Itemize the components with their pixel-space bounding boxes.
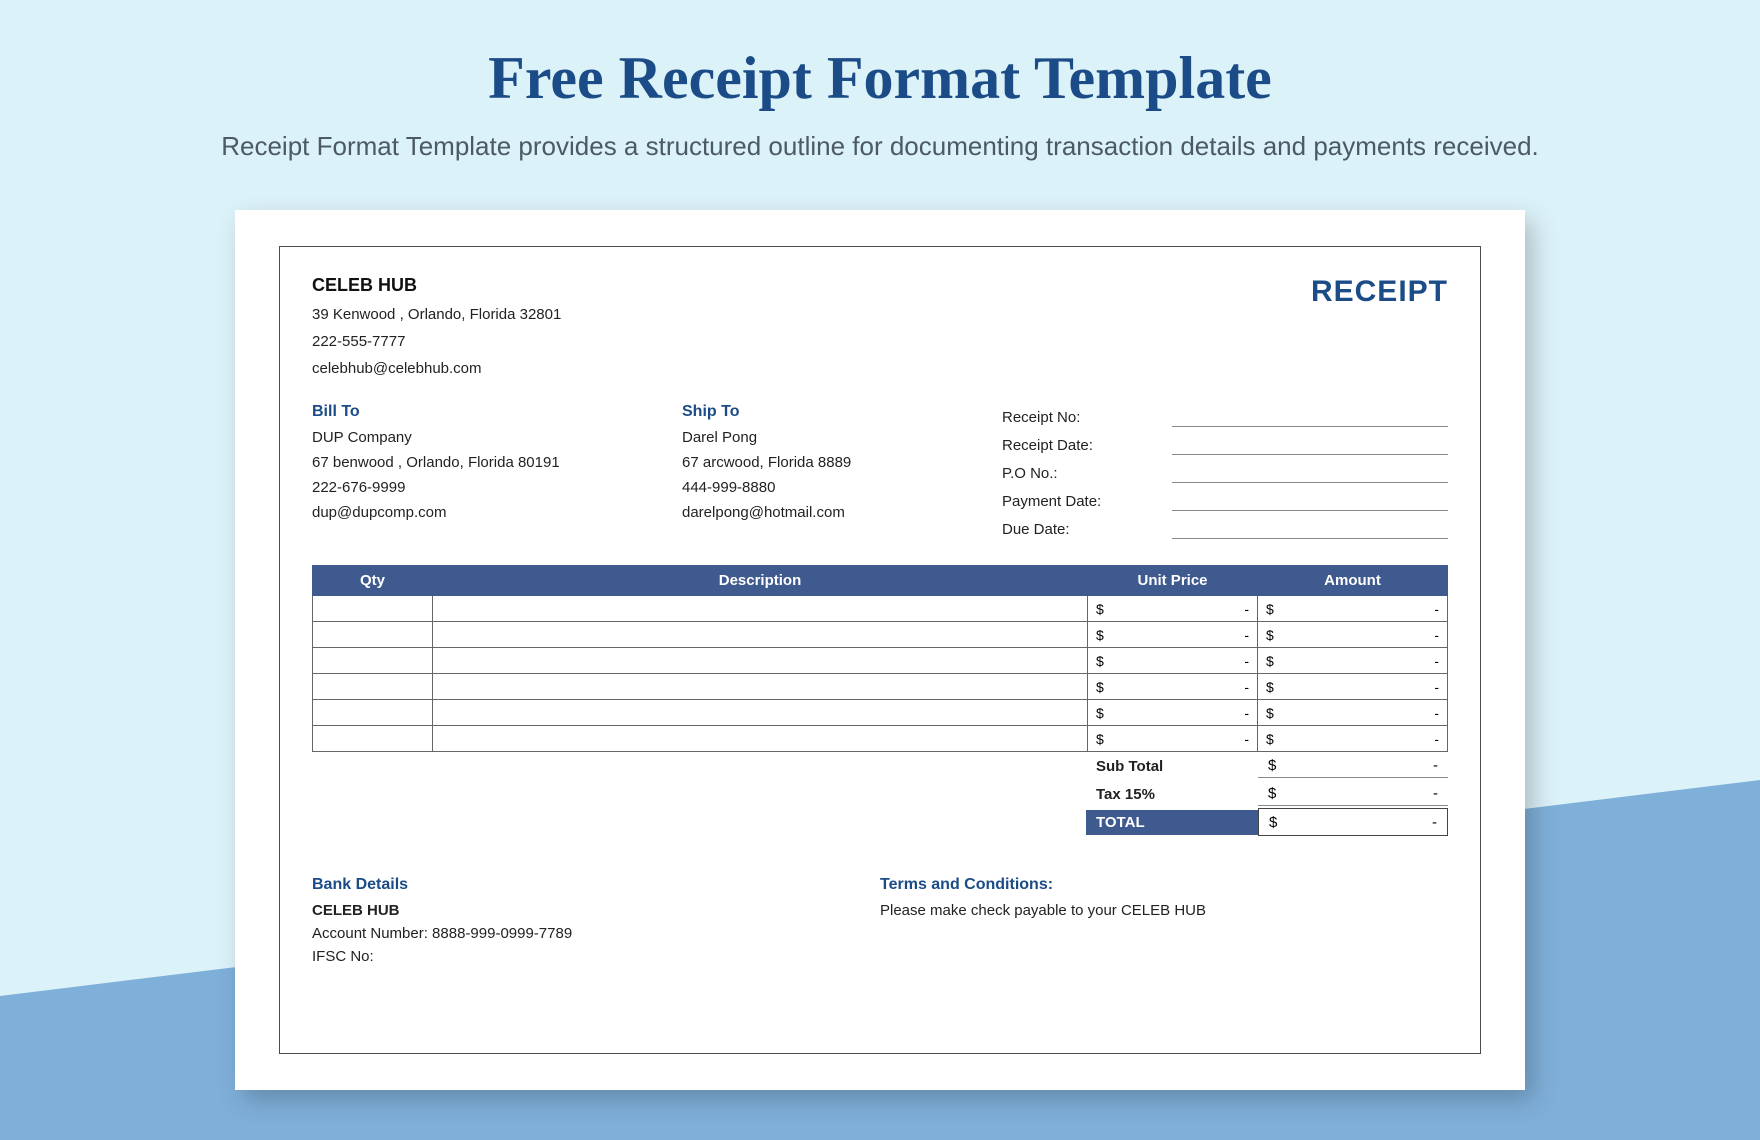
document-border: CELEB HUB 39 Kenwood , Orlando, Florida … — [279, 246, 1481, 1054]
bill-to-phone: 222-676-9999 — [312, 479, 682, 496]
cell-unit-price[interactable]: $- — [1088, 648, 1258, 674]
meta-row: Due Date: — [1002, 515, 1448, 543]
totals-block: Sub Total $ - Tax 15% $ - TOTAL $ - — [1086, 752, 1448, 836]
subtotal-sym: $ — [1268, 757, 1276, 774]
cell-description[interactable] — [433, 700, 1088, 726]
receipt-meta-block: Receipt No: Receipt Date: P.O No.: Payment … — [1002, 403, 1448, 543]
table-row: $-$- — [313, 596, 1448, 622]
total-label: TOTAL — [1086, 810, 1258, 835]
table-row: $-$- — [313, 674, 1448, 700]
meta-field[interactable] — [1172, 435, 1448, 455]
subtotal-label: Sub Total — [1086, 758, 1258, 775]
bank-ifsc: IFSC No: — [312, 948, 880, 965]
meta-row: Receipt No: — [1002, 403, 1448, 431]
meta-row: Receipt Date: — [1002, 431, 1448, 459]
cell-description[interactable] — [433, 648, 1088, 674]
cell-qty[interactable] — [313, 674, 433, 700]
meta-field[interactable] — [1172, 491, 1448, 511]
bank-details-block: Bank Details CELEB HUB Account Number: 8… — [312, 876, 880, 965]
cell-unit-price[interactable]: $- — [1088, 674, 1258, 700]
items-table: Qty Description Unit Price Amount $-$-$-… — [312, 565, 1448, 752]
cell-description[interactable] — [433, 622, 1088, 648]
bill-to-heading: Bill To — [312, 403, 682, 421]
ship-to-block: Ship To Darel Pong 67 arcwood, Florida 8… — [682, 403, 1002, 543]
cell-amount[interactable]: $- — [1258, 674, 1448, 700]
cell-amount[interactable]: $- — [1258, 596, 1448, 622]
ship-to-address: 67 arcwood, Florida 8889 — [682, 454, 1002, 471]
meta-label: Payment Date: — [1002, 493, 1172, 510]
meta-label: P.O No.: — [1002, 465, 1172, 482]
cell-unit-price[interactable]: $- — [1088, 700, 1258, 726]
bank-account: Account Number: 8888-999-0999-7789 — [312, 925, 880, 942]
cell-description[interactable] — [433, 726, 1088, 752]
document-card: CELEB HUB 39 Kenwood , Orlando, Florida … — [235, 210, 1525, 1090]
company-block: CELEB HUB 39 Kenwood , Orlando, Florida … — [312, 275, 561, 377]
receipt-title: RECEIPT — [1311, 275, 1448, 377]
meta-field[interactable] — [1172, 463, 1448, 483]
meta-label: Receipt No: — [1002, 409, 1172, 426]
ship-to-email: darelpong@hotmail.com — [682, 504, 1002, 521]
table-row: $-$- — [313, 622, 1448, 648]
tax-amount: - — [1433, 785, 1438, 802]
total-sym: $ — [1269, 814, 1277, 831]
tax-sym: $ — [1268, 785, 1276, 802]
page-title: Free Receipt Format Template — [0, 0, 1760, 113]
cell-qty[interactable] — [313, 596, 433, 622]
terms-block: Terms and Conditions: Please make check … — [880, 876, 1448, 965]
company-address: 39 Kenwood , Orlando, Florida 32801 — [312, 306, 561, 323]
bank-name: CELEB HUB — [312, 902, 880, 919]
terms-heading: Terms and Conditions: — [880, 876, 1448, 894]
cell-unit-price[interactable]: $- — [1088, 622, 1258, 648]
table-row: $-$- — [313, 700, 1448, 726]
company-phone: 222-555-7777 — [312, 333, 561, 350]
company-email: celebhub@celebhub.com — [312, 360, 561, 377]
cell-amount[interactable]: $- — [1258, 726, 1448, 752]
cell-qty[interactable] — [313, 648, 433, 674]
meta-row: Payment Date: — [1002, 487, 1448, 515]
cell-unit-price[interactable]: $- — [1088, 726, 1258, 752]
cell-description[interactable] — [433, 674, 1088, 700]
meta-field[interactable] — [1172, 407, 1448, 427]
ship-to-phone: 444-999-8880 — [682, 479, 1002, 496]
terms-text: Please make check payable to your CELEB … — [880, 902, 1448, 919]
header-qty: Qty — [313, 566, 433, 596]
bill-to-block: Bill To DUP Company 67 benwood , Orlando… — [312, 403, 682, 543]
bill-to-email: dup@dupcomp.com — [312, 504, 682, 521]
cell-description[interactable] — [433, 596, 1088, 622]
ship-to-heading: Ship To — [682, 403, 1002, 421]
meta-field[interactable] — [1172, 519, 1448, 539]
subtotal-value: $ - — [1258, 754, 1448, 778]
bill-to-name: DUP Company — [312, 429, 682, 446]
total-value: $ - — [1258, 808, 1448, 836]
bank-heading: Bank Details — [312, 876, 880, 894]
tax-label: Tax 15% — [1086, 786, 1258, 803]
tax-value: $ - — [1258, 782, 1448, 806]
ship-to-name: Darel Pong — [682, 429, 1002, 446]
cell-unit-price[interactable]: $- — [1088, 596, 1258, 622]
table-row: $-$- — [313, 648, 1448, 674]
table-row: $-$- — [313, 726, 1448, 752]
cell-amount[interactable]: $- — [1258, 700, 1448, 726]
subtotal-amount: - — [1433, 757, 1438, 774]
cell-amount[interactable]: $- — [1258, 648, 1448, 674]
header-amount: Amount — [1258, 566, 1448, 596]
bill-to-address: 67 benwood , Orlando, Florida 80191 — [312, 454, 682, 471]
meta-row: P.O No.: — [1002, 459, 1448, 487]
header-unit-price: Unit Price — [1088, 566, 1258, 596]
page-subtitle: Receipt Format Template provides a struc… — [0, 131, 1760, 162]
header-description: Description — [433, 566, 1088, 596]
cell-qty[interactable] — [313, 700, 433, 726]
cell-qty[interactable] — [313, 622, 433, 648]
cell-qty[interactable] — [313, 726, 433, 752]
total-amount: - — [1432, 814, 1437, 831]
meta-label: Due Date: — [1002, 521, 1172, 538]
cell-amount[interactable]: $- — [1258, 622, 1448, 648]
meta-label: Receipt Date: — [1002, 437, 1172, 454]
company-name: CELEB HUB — [312, 275, 561, 296]
